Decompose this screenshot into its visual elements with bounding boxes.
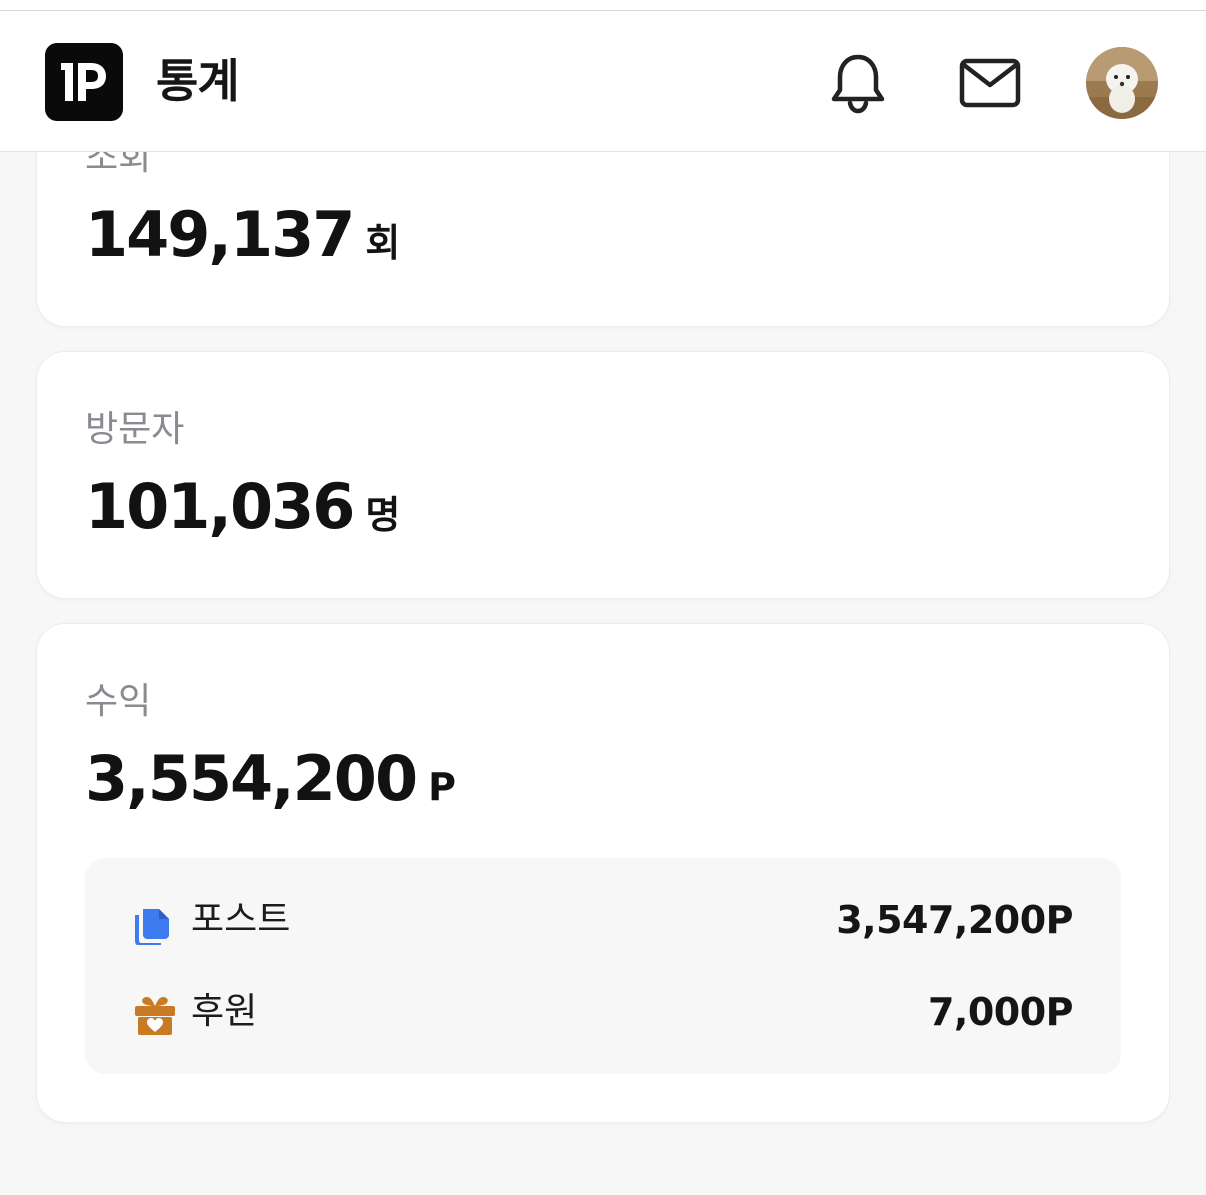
messages-button[interactable] xyxy=(958,51,1022,115)
tp-logo-icon[interactable] xyxy=(45,43,123,121)
revenue-label: 수익 xyxy=(85,681,152,722)
gift-icon xyxy=(133,993,177,1037)
views-number: 149,137 xyxy=(85,198,355,271)
revenue-number: 3,554,200 xyxy=(85,742,418,815)
documents-icon xyxy=(133,901,177,947)
visitors-card: 방문자 101,036 명 xyxy=(37,352,1169,598)
visitors-unit: 명 xyxy=(365,493,401,537)
revenue-value: 3,554,200 P xyxy=(85,744,456,814)
views-unit: 회 xyxy=(365,221,401,265)
status-divider xyxy=(0,0,1206,11)
notifications-button[interactable] xyxy=(826,51,890,115)
app-header: 통계 xyxy=(0,11,1206,152)
views-value: 149,137 회 xyxy=(85,200,400,270)
revenue-row-donation[interactable]: 후원 7,000P xyxy=(85,984,1121,1040)
profile-avatar[interactable] xyxy=(1086,47,1158,119)
bell-icon xyxy=(831,54,885,114)
page-title: 통계 xyxy=(156,54,240,108)
visitors-label: 방문자 xyxy=(85,409,185,450)
mail-icon xyxy=(959,58,1021,108)
visitors-value: 101,036 명 xyxy=(85,472,400,542)
revenue-unit: P xyxy=(428,765,456,809)
visitors-number: 101,036 xyxy=(85,470,355,543)
revenue-card: 수익 3,554,200 P 포스트 3,547,200P 후원 7,000P xyxy=(37,624,1169,1122)
revenue-row-post-value: 3,547,200P xyxy=(836,898,1073,942)
revenue-row-post[interactable]: 포스트 3,547,200P xyxy=(85,892,1121,948)
revenue-row-post-label: 포스트 xyxy=(191,899,291,940)
revenue-row-donation-value: 7,000P xyxy=(927,990,1074,1034)
revenue-row-donation-label: 후원 xyxy=(191,991,258,1032)
revenue-breakdown: 포스트 3,547,200P 후원 7,000P xyxy=(85,858,1121,1074)
